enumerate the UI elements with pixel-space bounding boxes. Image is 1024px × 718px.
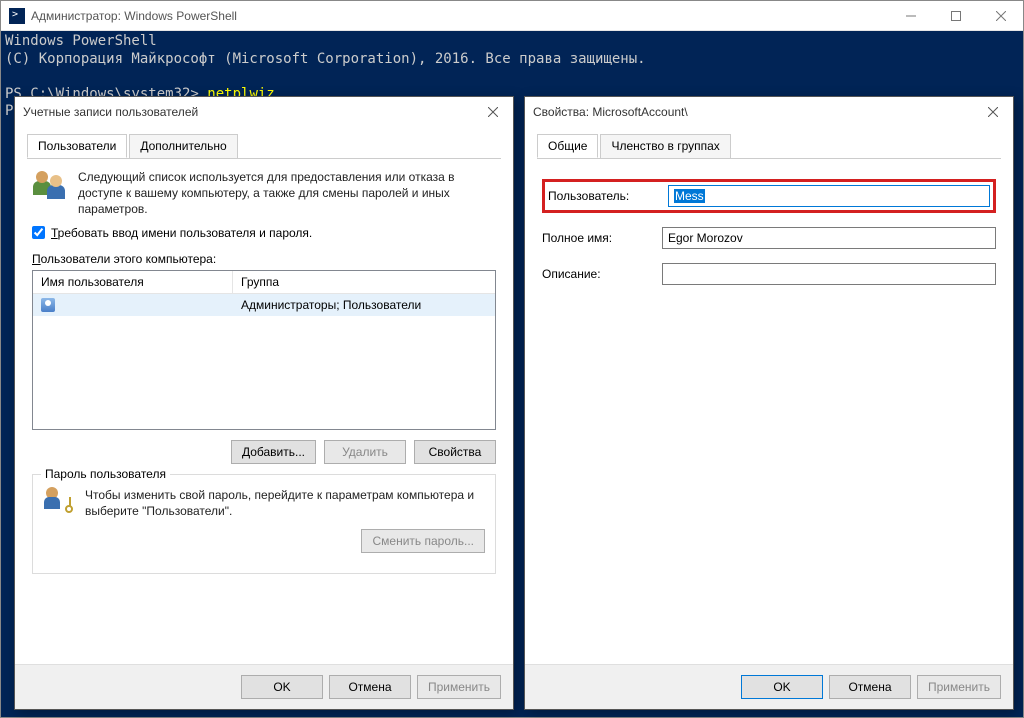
ok-button[interactable]: OK <box>241 675 323 699</box>
key-icon <box>43 487 75 515</box>
tab-general[interactable]: Общие <box>537 134 598 158</box>
cell-group: Администраторы; Пользователи <box>233 296 495 314</box>
fullname-label: Полное имя: <box>542 231 652 245</box>
tab-panel-users: Следующий список используется для предос… <box>27 158 501 579</box>
change-password-button[interactable]: Сменить пароль... <box>361 529 485 553</box>
tab-advanced[interactable]: Дополнительно <box>129 134 237 158</box>
password-title: Пароль пользователя <box>41 467 170 481</box>
close-button[interactable] <box>978 1 1023 30</box>
window-controls <box>888 1 1023 30</box>
tabs: Общие Членство в группах <box>537 134 1001 159</box>
cancel-button[interactable]: Отмена <box>829 675 911 699</box>
info-row: Следующий список используется для предос… <box>32 169 496 218</box>
user-label: Пользователь: <box>548 189 658 203</box>
dialog-title: Свойства: MicrosoftAccount\ <box>533 105 981 119</box>
tabs: Пользователи Дополнительно <box>27 134 501 159</box>
users-listview[interactable]: Имя пользователя Группа Администраторы; … <box>32 270 496 430</box>
window-title: Администратор: Windows PowerShell <box>31 9 888 23</box>
listview-header: Имя пользователя Группа <box>33 271 495 294</box>
cell-username <box>33 296 233 314</box>
change-password-row: Сменить пароль... <box>43 529 485 553</box>
tab-membership[interactable]: Членство в группах <box>600 134 730 158</box>
console-line: Windows PowerShell <box>5 33 157 49</box>
apply-button[interactable]: Применить <box>417 675 501 699</box>
properties-button[interactable]: Свойства <box>414 440 496 464</box>
require-login-checkbox[interactable] <box>32 226 45 239</box>
dialog-title: Учетные записи пользователей <box>23 105 481 119</box>
col-username[interactable]: Имя пользователя <box>33 271 233 293</box>
fullname-input[interactable] <box>662 227 996 249</box>
require-login-label: Требовать ввод имени пользователя и паро… <box>51 226 312 240</box>
password-groupbox: Пароль пользователя Чтобы изменить свой … <box>32 474 496 574</box>
ok-button[interactable]: OK <box>741 675 823 699</box>
users-list-label: Пользователи этого компьютера: <box>32 252 496 266</box>
user-input[interactable]: Mess <box>668 185 990 207</box>
minimize-button[interactable] <box>888 1 933 30</box>
table-row[interactable]: Администраторы; Пользователи <box>33 294 495 316</box>
remove-button[interactable]: Удалить <box>324 440 406 464</box>
add-button[interactable]: Добавить... <box>231 440 316 464</box>
close-icon[interactable] <box>481 100 505 124</box>
require-login-row: Требовать ввод имени пользователя и паро… <box>32 226 496 240</box>
maximize-button[interactable] <box>933 1 978 30</box>
user-icon <box>41 298 55 312</box>
col-group[interactable]: Группа <box>233 271 495 293</box>
dialog-footer: OK Отмена Применить <box>525 664 1013 709</box>
description-label: Описание: <box>542 267 652 281</box>
info-text: Следующий список используется для предос… <box>78 169 496 218</box>
properties-dialog: Свойства: MicrosoftAccount\ Общие Членст… <box>524 96 1014 710</box>
user-field-row: Пользователь: Mess <box>548 185 990 207</box>
dialog-body: Общие Членство в группах Пользователь: M… <box>525 127 1013 664</box>
user-buttons-row: Добавить... Удалить Свойства <box>32 440 496 464</box>
titlebar: Администратор: Windows PowerShell <box>1 1 1023 31</box>
tab-users[interactable]: Пользователи <box>27 134 127 158</box>
users-icon <box>32 169 68 205</box>
cancel-button[interactable]: Отмена <box>329 675 411 699</box>
password-text: Чтобы изменить свой пароль, перейдите к … <box>85 487 485 519</box>
tab-panel-general: Пользователь: Mess Полное имя: Описание: <box>537 158 1001 304</box>
dialog-titlebar: Учетные записи пользователей <box>15 97 513 127</box>
powershell-icon <box>9 8 25 24</box>
dialog-titlebar: Свойства: MicrosoftAccount\ <box>525 97 1013 127</box>
highlight-box: Пользователь: Mess <box>542 179 996 213</box>
dialog-body: Пользователи Дополнительно Следующий спи… <box>15 127 513 664</box>
description-field-row: Описание: <box>542 263 996 285</box>
description-input[interactable] <box>662 263 996 285</box>
dialog-footer: OK Отмена Применить <box>15 664 513 709</box>
apply-button[interactable]: Применить <box>917 675 1001 699</box>
user-accounts-dialog: Учетные записи пользователей Пользовател… <box>14 96 514 710</box>
fullname-field-row: Полное имя: <box>542 227 996 249</box>
close-icon[interactable] <box>981 100 1005 124</box>
password-row: Чтобы изменить свой пароль, перейдите к … <box>43 487 485 519</box>
console-line: (C) Корпорация Майкрософт (Microsoft Cor… <box>5 51 646 67</box>
